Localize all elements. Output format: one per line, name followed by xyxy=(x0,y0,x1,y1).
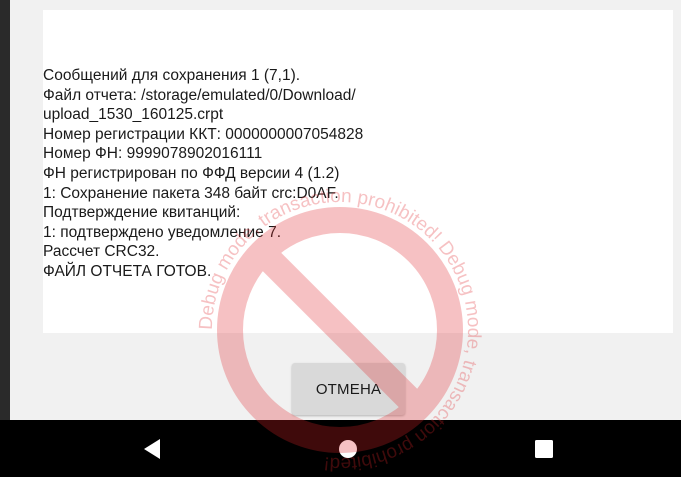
nav-home-button[interactable] xyxy=(308,420,388,477)
nav-recents-button[interactable] xyxy=(504,420,584,477)
nav-back-button[interactable] xyxy=(112,420,192,477)
progress-dialog: Сообщений для сохранения 1 (7,1). Файл о… xyxy=(10,0,681,420)
log-line: Рассчет CRC32. xyxy=(43,243,160,261)
log-text: Сообщений для сохранения 1 (7,1). Файл о… xyxy=(43,66,363,282)
log-line: ФАЙЛ ОТЧЕТА ГОТОВ. xyxy=(43,262,212,280)
log-line: ФН регистрирован по ФФД версии 4 (1.2) xyxy=(43,164,340,182)
log-line: upload_1530_160125.crpt xyxy=(43,106,224,124)
cancel-button[interactable]: ОТМЕНА xyxy=(292,363,405,415)
log-line: Подтверждение квитанций: xyxy=(43,204,241,222)
left-edge-divider xyxy=(0,0,10,420)
log-line: Номер ФН: 9999078902016111 xyxy=(43,145,263,163)
log-panel: Сообщений для сохранения 1 (7,1). Файл о… xyxy=(43,10,673,333)
log-line: Номер регистрации ККТ: 0000000007054828 xyxy=(43,125,364,143)
log-line: 1: подтверждено уведомление 7. xyxy=(43,223,282,241)
home-circle-icon xyxy=(339,439,357,458)
log-line: Сообщений для сохранения 1 (7,1). xyxy=(43,67,301,84)
screen: Сообщений для сохранения 1 (7,1). Файл о… xyxy=(0,0,681,477)
log-line: 1: Сохранение пакета 348 байт crc:D0AF. xyxy=(43,184,339,202)
recents-square-icon xyxy=(535,439,553,458)
log-line: Файл отчета: /storage/emulated/0/Downloa… xyxy=(43,86,356,104)
navigation-bar xyxy=(0,420,681,477)
back-triangle-icon xyxy=(144,438,160,459)
